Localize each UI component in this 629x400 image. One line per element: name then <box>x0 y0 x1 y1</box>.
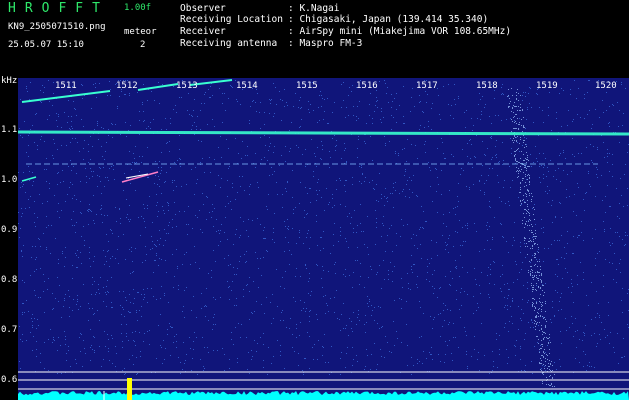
hrofft-window: HROFFT 1.00f KN9_2505071510.png 25.05.07… <box>0 0 629 400</box>
timestamp: 25.05.07 15:10 <box>8 40 84 50</box>
time-tick-1514: 1514 <box>236 81 258 91</box>
receiver-value: : AirSpy mini (Miakejima VOR 108.65MHz) <box>288 26 512 37</box>
app-title: HROFFT <box>8 1 109 16</box>
y-tick-0-9: 0.9 <box>1 225 18 235</box>
spectrogram-canvas <box>18 79 629 400</box>
antenna-label: Receiving antenna <box>180 38 278 49</box>
meteor-trace-5 <box>121 171 159 183</box>
time-tick-1519: 1519 <box>536 81 558 91</box>
meteor-count: 2 <box>140 40 146 50</box>
time-tick-1515: 1515 <box>296 81 318 91</box>
y-tick-0-7: 0.7 <box>1 325 18 335</box>
carrier-line <box>18 130 629 136</box>
y-tick-1-0: 1.0 <box>1 175 18 185</box>
spectrum-strip <box>18 391 629 400</box>
time-tick-1511: 1511 <box>55 81 77 91</box>
receiver-label: Receiver <box>180 26 226 37</box>
observer-value: : K.Nagai <box>288 3 340 14</box>
filename: KN9_2505071510.png <box>8 22 106 32</box>
meteor-trace-1 <box>21 90 111 103</box>
antenna-value: : Maspro FM-3 <box>288 38 363 49</box>
time-tick-1520: 1520 <box>595 81 617 91</box>
time-tick-1513: 1513 <box>176 81 198 91</box>
time-tick-1516: 1516 <box>356 81 378 91</box>
noise-speckle <box>18 80 629 375</box>
observer-label: Observer <box>180 3 226 14</box>
time-tick-1518: 1518 <box>476 81 498 91</box>
time-tick-1517: 1517 <box>416 81 438 91</box>
app-version: 1.00f <box>124 3 152 13</box>
location-label: Receiving Location <box>180 14 283 25</box>
frequency-unit: kHz <box>1 76 18 86</box>
spectrogram-area <box>18 78 629 400</box>
y-tick-0-6: 0.6 <box>1 375 18 385</box>
spectrum-peak <box>127 378 132 400</box>
y-tick-1-1: 1.1 <box>1 125 18 135</box>
time-tick-1512: 1512 <box>116 81 138 91</box>
y-tick-0-8: 0.8 <box>1 275 18 285</box>
mode-label: meteor <box>124 27 157 37</box>
location-value: : Chigasaki, Japan (139.414 35.340) <box>288 14 489 25</box>
